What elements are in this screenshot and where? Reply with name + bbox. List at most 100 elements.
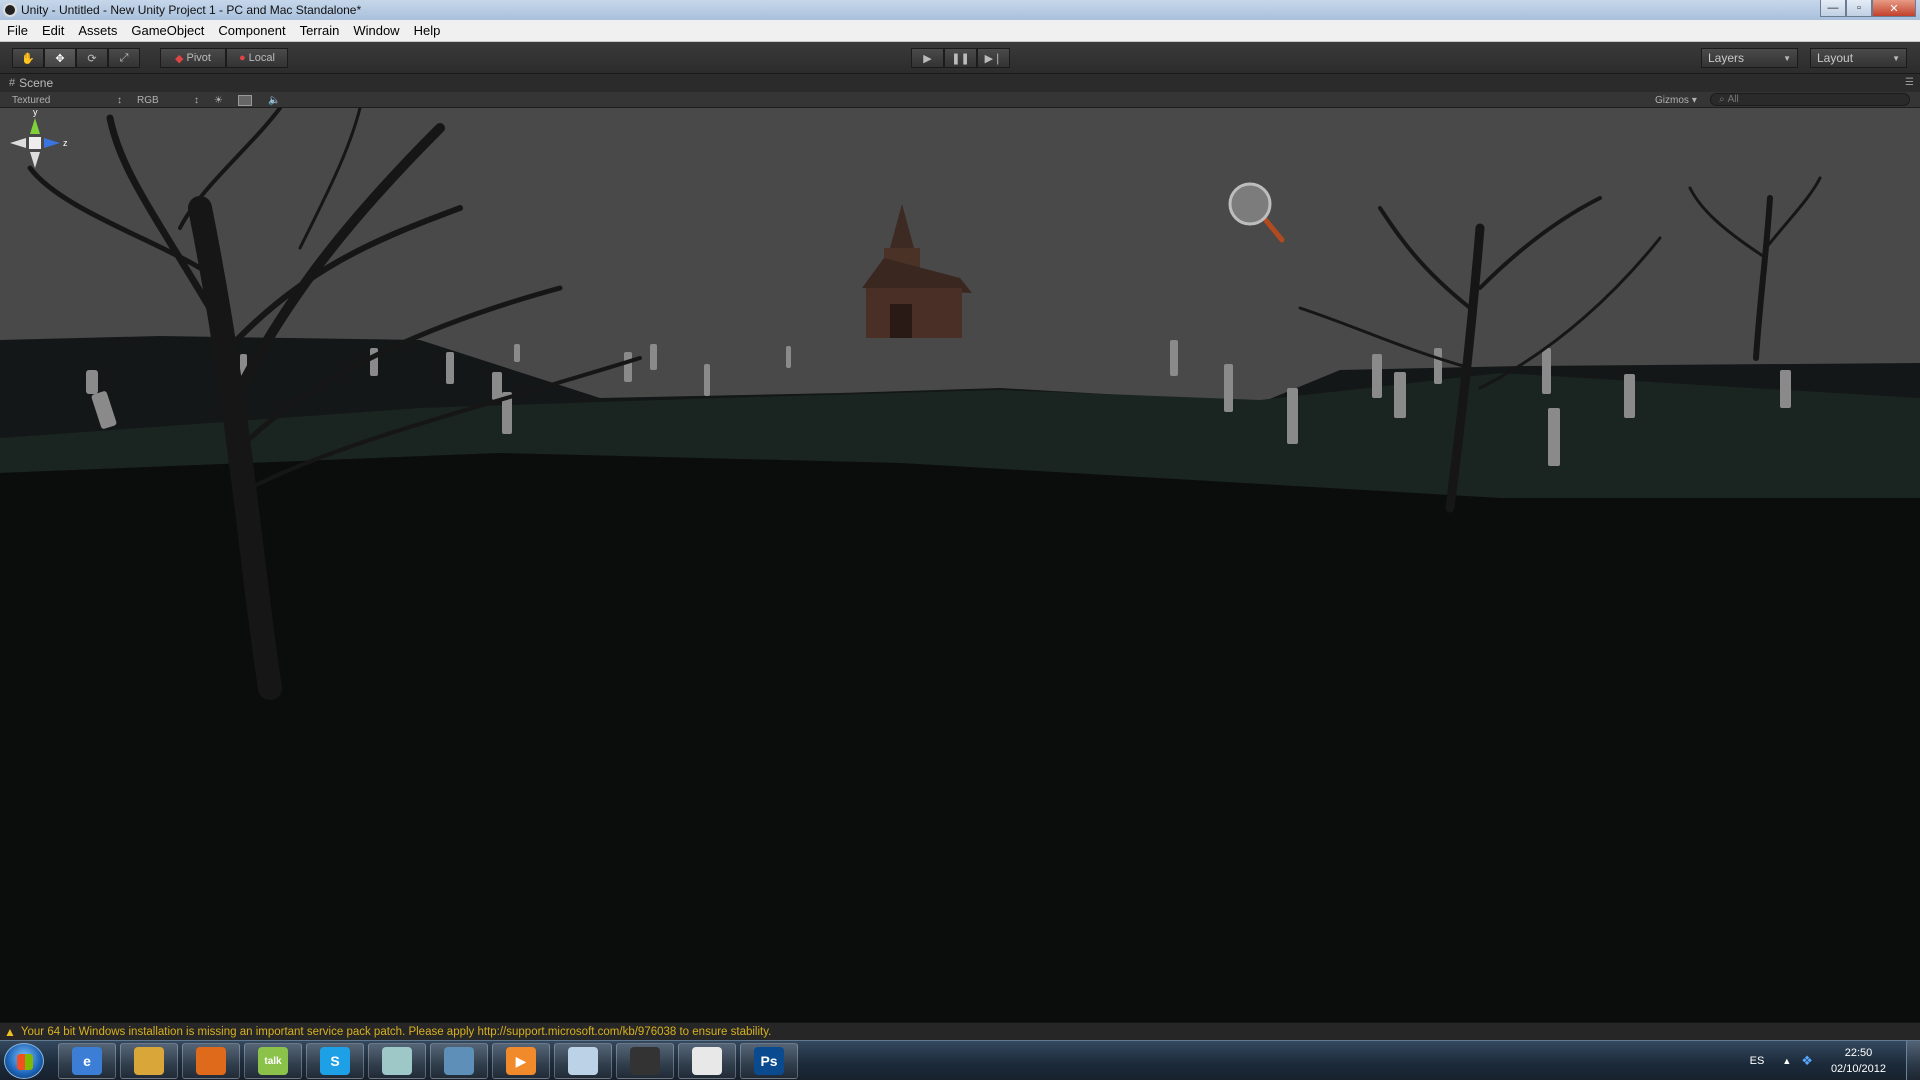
clock-time: 22:50 bbox=[1844, 1047, 1873, 1059]
transform-tools: ✋ ✥ ⟳ ⤢ bbox=[12, 48, 140, 68]
sun-icon: ☀ bbox=[214, 94, 223, 106]
render-mode-dropdown[interactable]: Textured ↕ bbox=[12, 93, 122, 107]
layers-dropdown[interactable]: Layers ▼ bbox=[1701, 48, 1798, 68]
local-label: Local bbox=[248, 52, 275, 64]
move-tool-button[interactable]: ✥ bbox=[44, 48, 76, 68]
taskbar-file-explorer-button[interactable] bbox=[120, 1043, 178, 1079]
menu-assets[interactable]: Assets bbox=[71, 23, 124, 38]
show-desktop-button[interactable] bbox=[1906, 1041, 1920, 1080]
taskbar-photo-viewer-button[interactable] bbox=[430, 1043, 488, 1079]
taskbar-google-talk-button[interactable]: talk bbox=[244, 1043, 302, 1079]
close-button[interactable]: ✕ bbox=[1872, 0, 1916, 17]
taskbar-skype-button[interactable]: S bbox=[306, 1043, 364, 1079]
scale-tool-button[interactable]: ⤢ bbox=[108, 48, 140, 68]
menu-component[interactable]: Component bbox=[211, 23, 292, 38]
taskbar-photoshop-button[interactable]: Ps bbox=[740, 1043, 798, 1079]
pivot-label: Pivot bbox=[186, 52, 211, 64]
title-bar: Unity - Untitled - New Unity Project 1 -… bbox=[0, 0, 1920, 20]
color-mode-dropdown[interactable]: RGB ↕ bbox=[137, 93, 199, 107]
scene-viewport[interactable]: y z bbox=[0, 108, 1920, 1022]
step-icon: ▶❘ bbox=[984, 52, 1003, 65]
local-icon: ● bbox=[239, 52, 246, 64]
taskbar-media-player-button[interactable]: ▶ bbox=[492, 1043, 550, 1079]
chevron-updown-icon: ↕ bbox=[194, 94, 199, 106]
unity-icon bbox=[630, 1047, 660, 1075]
main-toolbar: ✋ ✥ ⟳ ⤢ ◆ Pivot ● Local ▶ ❚❚ ▶❘ Layers ▼… bbox=[0, 42, 1920, 74]
menu-help[interactable]: Help bbox=[407, 23, 448, 38]
skybox-toggle[interactable] bbox=[238, 93, 252, 107]
scene-toolbar: Textured ↕ RGB ↕ ☀ 🔈 Gizmos ▾ ⌕ All bbox=[0, 92, 1920, 108]
step-button[interactable]: ▶❘ bbox=[977, 48, 1010, 68]
orientation-gizmo[interactable]: y z bbox=[0, 108, 70, 178]
status-message: Your 64 bit Windows installation is miss… bbox=[20, 1025, 772, 1038]
layout-dropdown[interactable]: Layout ▼ bbox=[1810, 48, 1907, 68]
scene-grid-icon: # bbox=[9, 77, 16, 89]
window-title: Unity - Untitled - New Unity Project 1 -… bbox=[21, 3, 362, 17]
console-status-bar[interactable]: ▲ Your 64 bit Windows installation is mi… bbox=[0, 1022, 1920, 1040]
menu-window[interactable]: Window bbox=[346, 23, 406, 38]
taskbar-unity-button[interactable] bbox=[616, 1043, 674, 1079]
chevron-down-icon: ▼ bbox=[1892, 53, 1900, 63]
pause-button[interactable]: ❚❚ bbox=[944, 48, 977, 68]
google-talk-icon: talk bbox=[258, 1047, 288, 1075]
hand-icon: ✋ bbox=[21, 52, 35, 65]
menu-file[interactable]: File bbox=[0, 23, 35, 38]
menu-edit[interactable]: Edit bbox=[35, 23, 71, 38]
search-placeholder: All bbox=[1727, 94, 1739, 105]
dropbox-icon[interactable]: ❖ bbox=[1801, 1053, 1813, 1069]
move-icon: ✥ bbox=[55, 52, 65, 65]
playback-controls: ▶ ❚❚ ▶❘ bbox=[911, 48, 1010, 68]
scene-tab-bar: # Scene ☰ bbox=[0, 74, 1920, 92]
menu-terrain[interactable]: Terrain bbox=[293, 23, 347, 38]
chevron-down-icon: ▾ bbox=[1691, 94, 1697, 106]
text-editor-icon bbox=[692, 1047, 722, 1075]
image-icon bbox=[238, 94, 252, 106]
clock[interactable]: 22:50 02/10/2012 bbox=[1831, 1045, 1886, 1077]
clock-date: 02/10/2012 bbox=[1830, 1063, 1886, 1075]
speaker-icon: 🔈 bbox=[268, 94, 281, 106]
scale-icon: ⤢ bbox=[119, 51, 129, 64]
play-button[interactable]: ▶ bbox=[911, 48, 944, 68]
panel-menu-icon[interactable]: ☰ bbox=[1905, 77, 1914, 88]
gizmos-dropdown[interactable]: Gizmos ▾ bbox=[1655, 93, 1697, 107]
minimize-button[interactable]: — bbox=[1820, 0, 1846, 17]
internet-explorer-icon: e bbox=[72, 1047, 102, 1075]
file-explorer-icon bbox=[134, 1047, 164, 1075]
layers-label: Layers bbox=[1708, 51, 1745, 65]
windows-logo-icon bbox=[17, 1054, 33, 1070]
calculator-icon bbox=[568, 1047, 598, 1075]
taskbar-firefox-button[interactable] bbox=[182, 1043, 240, 1079]
rotate-tool-button[interactable]: ⟳ bbox=[76, 48, 108, 68]
pivot-toggle[interactable]: ◆ Pivot bbox=[160, 48, 226, 68]
chevron-updown-icon: ↕ bbox=[117, 94, 122, 106]
pivot-group: ◆ Pivot ● Local bbox=[160, 48, 288, 68]
hand-tool-button[interactable]: ✋ bbox=[12, 48, 44, 68]
taskbar-notepad-button[interactable] bbox=[368, 1043, 426, 1079]
tray-expand-icon[interactable]: ▲ bbox=[1782, 1056, 1791, 1066]
play-icon: ▶ bbox=[923, 52, 932, 65]
start-button[interactable] bbox=[4, 1043, 44, 1079]
pivot-icon: ◆ bbox=[175, 52, 184, 65]
unity-logo-icon bbox=[3, 3, 17, 17]
local-toggle[interactable]: ● Local bbox=[226, 48, 288, 68]
photoshop-icon: Ps bbox=[754, 1047, 784, 1075]
system-tray: ES ▲ ❖ 22:50 02/10/2012 bbox=[1750, 1041, 1920, 1080]
taskbar-text-editor-button[interactable] bbox=[678, 1043, 736, 1079]
gizmos-label: Gizmos bbox=[1655, 94, 1689, 106]
warning-icon: ▲ bbox=[4, 1024, 16, 1039]
tab-scene[interactable]: Scene bbox=[19, 76, 53, 90]
menu-gameobject[interactable]: GameObject bbox=[124, 23, 211, 38]
search-icon: ⌕ bbox=[1719, 94, 1725, 105]
language-indicator[interactable]: ES bbox=[1750, 1055, 1765, 1067]
taskbar-internet-explorer-button[interactable]: e bbox=[58, 1043, 116, 1079]
maximize-button[interactable]: ▫ bbox=[1846, 0, 1872, 17]
scene-search-input[interactable]: ⌕ All bbox=[1710, 93, 1910, 106]
media-player-icon: ▶ bbox=[506, 1047, 536, 1075]
taskbar-calculator-button[interactable] bbox=[554, 1043, 612, 1079]
lighting-toggle[interactable]: ☀ bbox=[214, 93, 223, 107]
layout-label: Layout bbox=[1817, 51, 1854, 65]
scene-render bbox=[0, 108, 1920, 1022]
audio-toggle[interactable]: 🔈 bbox=[268, 93, 280, 107]
notepad-icon bbox=[382, 1047, 412, 1075]
gizmo-z-label: z bbox=[63, 138, 68, 148]
